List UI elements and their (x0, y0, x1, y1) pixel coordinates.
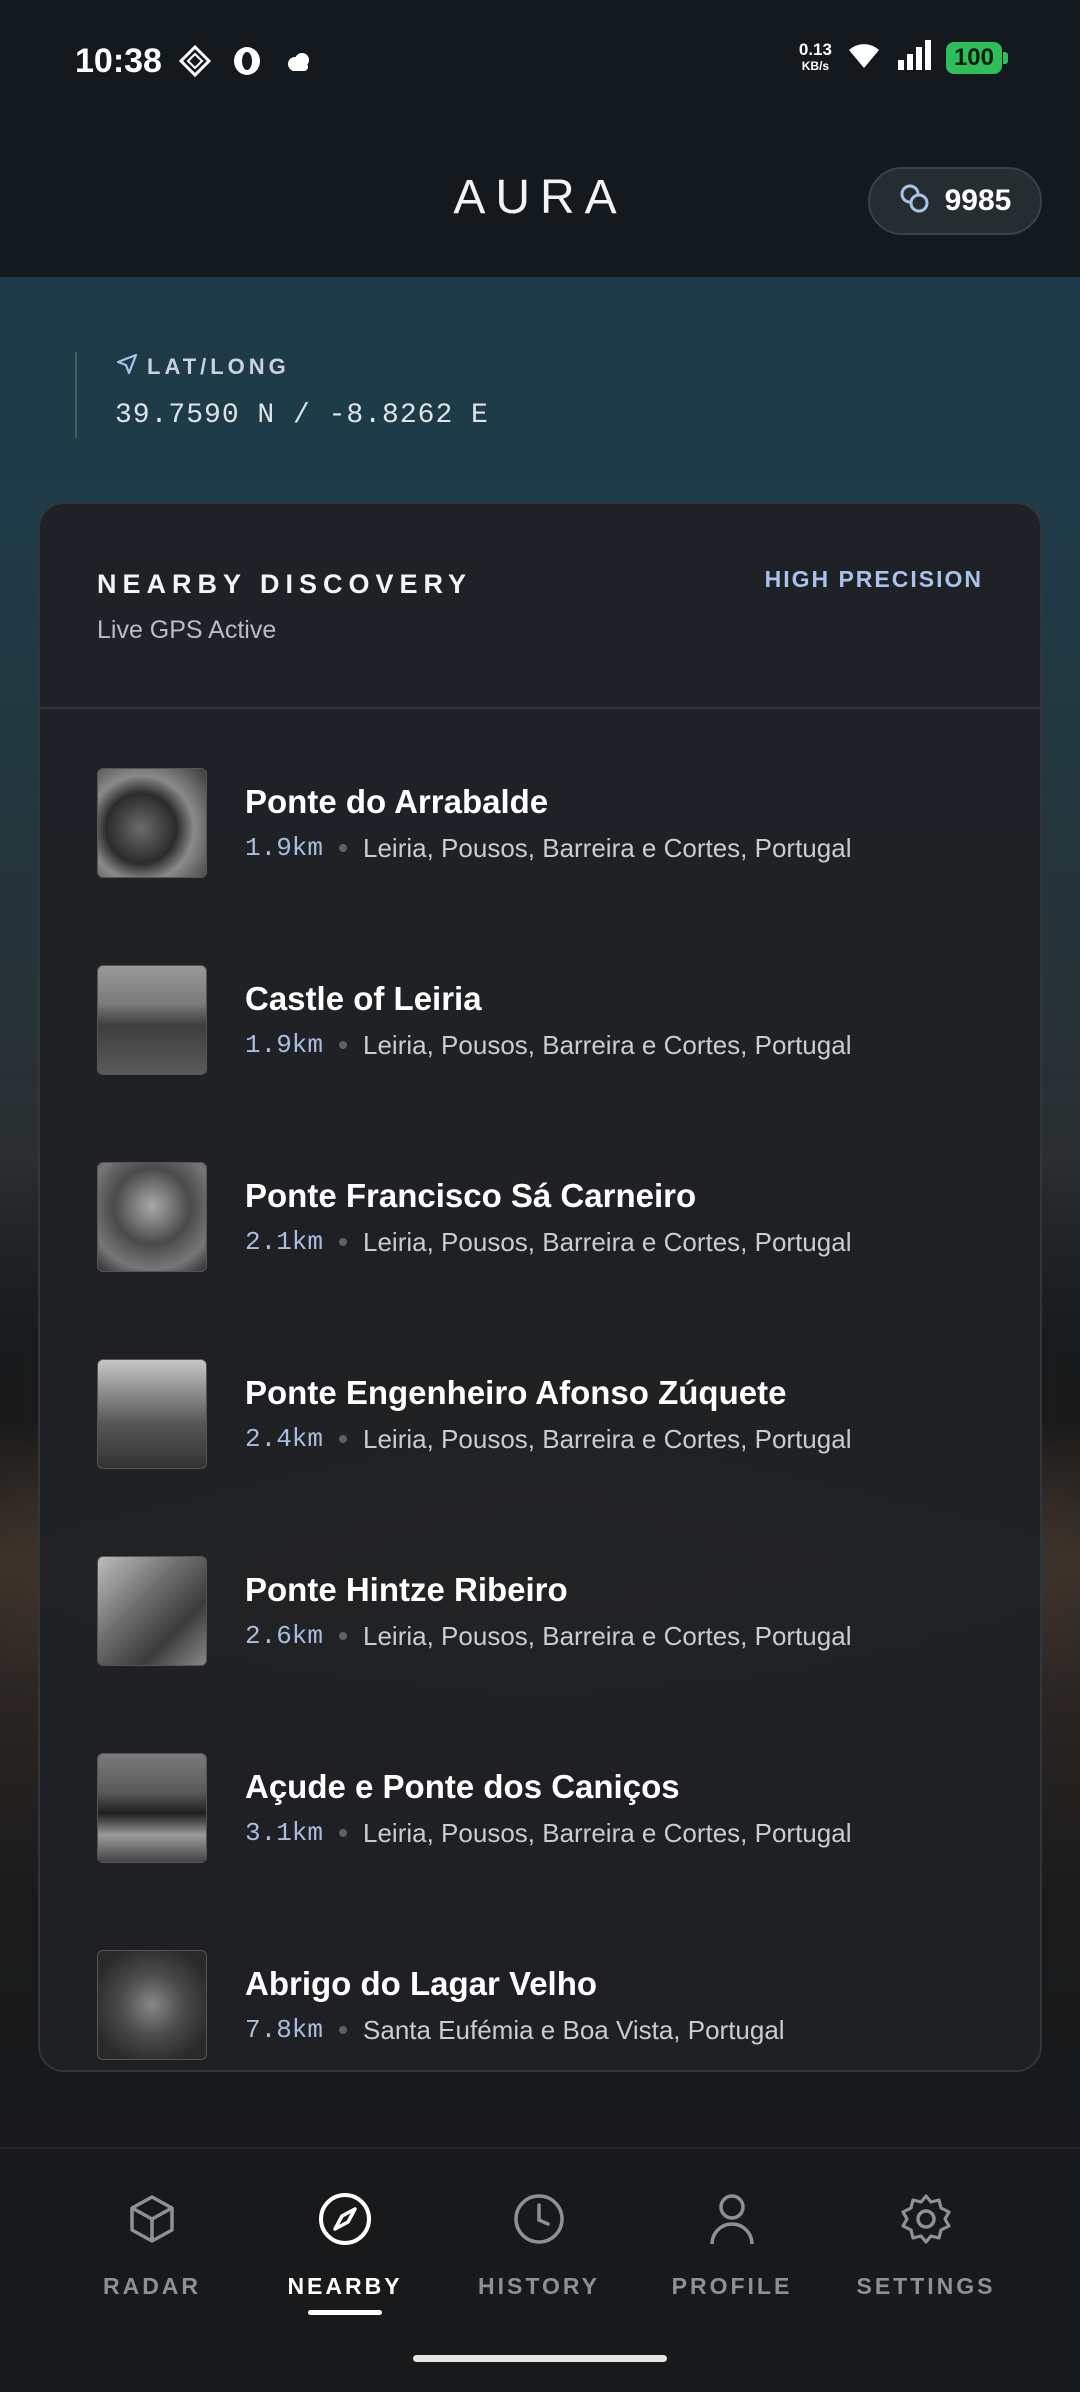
place-thumbnail (97, 1556, 207, 1666)
separator-dot (339, 1435, 348, 1443)
place-name: Castle of Leiria (245, 979, 482, 1017)
coins-icon (899, 183, 931, 220)
separator-dot (339, 1238, 348, 1246)
gear-icon (836, 2189, 1016, 2249)
battery-indicator: 100 (945, 41, 1009, 74)
place-location: Leiria, Pousos, Barreira e Cortes, Portu… (363, 832, 852, 863)
points-value: 9985 (944, 184, 1012, 217)
list-item[interactable]: Ponte Engenheiro Afonso Zúquete 2.4km Le… (97, 1358, 997, 1470)
place-distance: 3.1km (245, 1818, 324, 1848)
coordinates-label-row: LAT/LONG (115, 352, 489, 382)
system-status-icons: 0.13 KB/s 100 (799, 40, 1009, 75)
compass-icon (255, 2189, 435, 2249)
home-indicator[interactable] (413, 2355, 667, 2362)
list-item[interactable]: Açude e Ponte dos Caniços 3.1km Leiria, … (97, 1752, 997, 1864)
list-item[interactable]: Ponte Francisco Sá Carneiro 2.1km Leiria… (97, 1161, 997, 1273)
clock-icon (449, 2189, 629, 2249)
place-name: Ponte Engenheiro Afonso Zúquete (245, 1373, 787, 1411)
nav-label: NEARBY (287, 2273, 403, 2299)
place-thumbnail (97, 965, 207, 1075)
place-distance: 2.6km (245, 1621, 324, 1651)
place-thumbnail (97, 768, 207, 878)
notification-icons (178, 44, 316, 78)
nav-label: RADAR (102, 2273, 202, 2299)
place-thumbnail (97, 1359, 207, 1469)
place-distance: 1.9km (245, 833, 324, 863)
navigation-arrow-icon (115, 352, 139, 382)
separator-dot (339, 1829, 348, 1837)
nav-label: PROFILE (671, 2273, 793, 2299)
list-item[interactable]: Castle of Leiria 1.9km Leiria, Pousos, B… (97, 964, 997, 1076)
nav-label: SETTINGS (856, 2273, 996, 2299)
place-name: Ponte do Arrabalde (245, 782, 549, 820)
network-speed: 0.13 KB/s (799, 41, 832, 75)
place-location: Leiria, Pousos, Barreira e Cortes, Portu… (363, 1423, 852, 1454)
separator-dot (339, 1632, 348, 1640)
separator-dot (339, 2026, 348, 2034)
place-distance: 7.8km (245, 2015, 324, 2045)
place-thumbnail (97, 1950, 207, 2060)
card-header: NEARBY DISCOVERY Live GPS Active HIGH PR… (40, 504, 1040, 709)
status-bar: 10:38 0.13 KB/s 100 (0, 0, 1080, 125)
coordinates-label: LAT/LONG (147, 354, 290, 379)
coordinates-value: 39.7590 N / -8.8262 E (115, 400, 489, 431)
list-item[interactable]: Ponte Hintze Ribeiro 2.6km Leiria, Pouso… (97, 1555, 997, 1667)
gps-status: Live GPS Active (97, 616, 277, 644)
place-distance: 1.9km (245, 1030, 324, 1060)
nav-history[interactable]: HISTORY (449, 2189, 629, 2300)
nav-settings[interactable]: SETTINGS (836, 2189, 1016, 2300)
place-thumbnail (97, 1753, 207, 1863)
signal-icon (896, 40, 932, 75)
weather-icon (282, 44, 316, 78)
place-thumbnail (97, 1162, 207, 1272)
place-location: Leiria, Pousos, Barreira e Cortes, Portu… (363, 1817, 852, 1848)
coordinates-panel: LAT/LONG 39.7590 N / -8.8262 E (75, 352, 489, 438)
app-notification-icon (178, 44, 212, 78)
nearby-discovery-card: NEARBY DISCOVERY Live GPS Active HIGH PR… (38, 502, 1042, 2072)
cube-icon (62, 2189, 242, 2249)
place-location: Leiria, Pousos, Barreira e Cortes, Portu… (363, 1226, 852, 1257)
place-name: Ponte Hintze Ribeiro (245, 1570, 568, 1608)
user-icon (642, 2189, 822, 2249)
wifi-icon (846, 40, 882, 75)
opera-icon (230, 44, 264, 78)
network-speed-value: 0.13 (798, 39, 832, 59)
separator-dot (339, 1041, 348, 1049)
list-item[interactable]: Ponte do Arrabalde 1.9km Leiria, Pousos,… (97, 767, 997, 879)
network-speed-unit: KB/s (801, 58, 830, 73)
nav-radar[interactable]: RADAR (62, 2189, 242, 2300)
place-distance: 2.4km (245, 1424, 324, 1454)
place-location: Leiria, Pousos, Barreira e Cortes, Portu… (363, 1029, 852, 1060)
active-tab-indicator (308, 2310, 382, 2315)
place-name: Açude e Ponte dos Caniços (245, 1767, 680, 1805)
status-time: 10:38 (75, 42, 162, 80)
place-name: Ponte Francisco Sá Carneiro (245, 1176, 697, 1214)
nav-profile[interactable]: PROFILE (642, 2189, 822, 2300)
place-distance: 2.1km (245, 1227, 324, 1257)
nav-nearby[interactable]: NEARBY (255, 2189, 435, 2315)
place-location: Leiria, Pousos, Barreira e Cortes, Portu… (363, 1620, 852, 1651)
card-title: NEARBY DISCOVERY (97, 569, 473, 599)
place-name: Abrigo do Lagar Velho (245, 1964, 598, 2002)
points-button[interactable]: 9985 (868, 167, 1042, 235)
separator-dot (339, 844, 348, 852)
app-header: AURA 9985 (0, 125, 1080, 277)
nav-label: HISTORY (478, 2273, 600, 2299)
place-location: Santa Eufémia e Boa Vista, Portugal (363, 2014, 785, 2045)
list-item[interactable]: Abrigo do Lagar Velho 7.8km Santa Eufémi… (97, 1949, 997, 2061)
precision-badge: HIGH PRECISION (764, 566, 983, 592)
